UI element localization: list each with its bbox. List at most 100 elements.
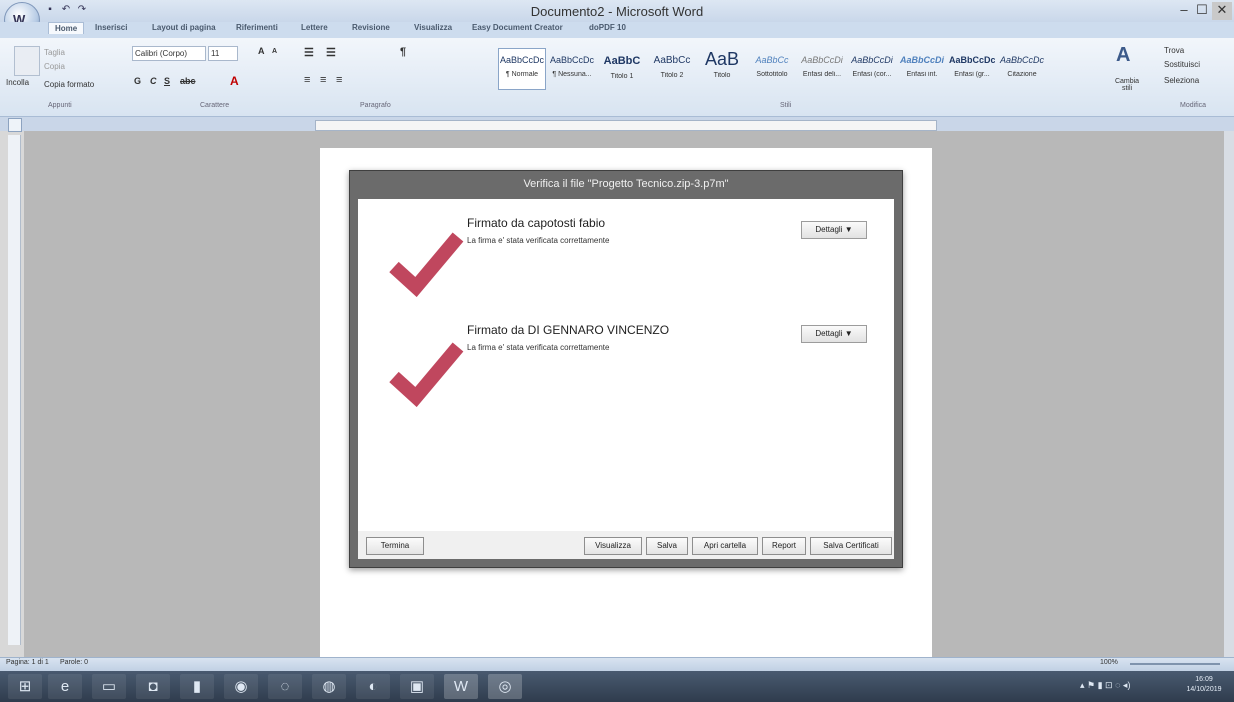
cut-button[interactable]: Taglia bbox=[44, 48, 65, 57]
details-button[interactable]: Dettagli ▼ bbox=[801, 221, 867, 239]
start-windows-icon[interactable]: ⊞ bbox=[8, 674, 42, 699]
style-intense-emphasis[interactable]: AaBbCcDi Enfasi int. bbox=[898, 48, 946, 90]
checkmark-icon bbox=[386, 227, 464, 298]
zoom-slider[interactable] bbox=[1130, 663, 1220, 665]
grow-font-icon[interactable]: A bbox=[258, 46, 265, 56]
paste-icon[interactable] bbox=[14, 46, 40, 76]
tab-page-layout[interactable]: Layout di pagina bbox=[152, 23, 216, 32]
signer-name: Firmato da DI GENNARO VINCENZO bbox=[467, 323, 670, 337]
style-name: Titolo 2 bbox=[660, 72, 684, 79]
change-styles-icon[interactable]: A bbox=[1116, 44, 1130, 67]
font-color-icon[interactable]: A bbox=[230, 74, 239, 88]
app-icon[interactable]: ◉ bbox=[224, 674, 258, 699]
shrink-font-icon[interactable]: A bbox=[272, 48, 277, 55]
save-button[interactable]: Salva bbox=[646, 537, 688, 555]
replace-button[interactable]: Sostituisci bbox=[1164, 60, 1200, 69]
report-button[interactable]: Report bbox=[762, 537, 806, 555]
style-no-spacing[interactable]: AaBbCcDc ¶ Nessuna... bbox=[548, 48, 596, 90]
clipboard-group-label: Appunti bbox=[48, 102, 72, 109]
tab-mailings[interactable]: Lettere bbox=[301, 23, 328, 32]
change-styles-button[interactable]: Cambia stili bbox=[1110, 78, 1144, 92]
strikethrough-button[interactable]: abc bbox=[180, 76, 196, 86]
save-certificates-button[interactable]: Salva Certificati bbox=[810, 537, 892, 555]
save-icon[interactable]: ▪ bbox=[44, 4, 56, 16]
select-button[interactable]: Seleziona bbox=[1164, 76, 1199, 85]
style-heading-2[interactable]: AaBbCc Titolo 2 bbox=[648, 48, 696, 90]
app-icon[interactable]: ◌ bbox=[268, 674, 302, 699]
tab-easy-document-creator[interactable]: Easy Document Creator bbox=[472, 23, 563, 32]
checkmark-icon bbox=[386, 337, 464, 408]
style-emphasis[interactable]: AaBbCcDi Enfasi (cor... bbox=[848, 48, 896, 90]
open-folder-button[interactable]: Apri cartella bbox=[692, 537, 758, 555]
align-center-icon[interactable]: ≡ bbox=[320, 74, 326, 86]
format-painter-button[interactable]: Copia formato bbox=[44, 80, 94, 89]
redo-icon[interactable]: ↷ bbox=[76, 4, 88, 16]
clock-time: 16:09 bbox=[1195, 676, 1213, 683]
align-left-icon[interactable]: ≡ bbox=[304, 74, 310, 86]
app-icon[interactable]: ◍ bbox=[312, 674, 346, 699]
status-bar: Pagina: 1 di 1 Parole: 0 100% bbox=[0, 657, 1234, 672]
style-name: ¶ Normale bbox=[505, 71, 539, 78]
style-subtitle[interactable]: AaBbCc Sottotitolo bbox=[748, 48, 796, 90]
ribbon-tabs: Home Inserisci Layout di pagina Riferime… bbox=[0, 22, 1234, 38]
style-name: Enfasi deli... bbox=[802, 71, 842, 78]
app-icon[interactable]: ◐ bbox=[356, 674, 390, 699]
italic-button[interactable]: C bbox=[150, 76, 157, 86]
app-icon[interactable]: ▣ bbox=[400, 674, 434, 699]
minimize-button[interactable]: – bbox=[1176, 2, 1192, 20]
view-button[interactable]: Visualizza bbox=[584, 537, 642, 555]
copy-button[interactable]: Copia bbox=[44, 62, 65, 71]
undo-icon[interactable]: ↶ bbox=[60, 4, 72, 16]
tab-references[interactable]: Riferimenti bbox=[236, 23, 278, 32]
file-explorer-icon[interactable]: ▭ bbox=[92, 674, 126, 699]
bullets-icon[interactable]: ☰ bbox=[304, 46, 314, 59]
style-subtle-emphasis[interactable]: AaBbCcDi Enfasi deli... bbox=[798, 48, 846, 90]
align-right-icon[interactable]: ≡ bbox=[336, 74, 342, 86]
style-sample: AaBbC bbox=[603, 55, 641, 67]
app-icon[interactable]: ◘ bbox=[136, 674, 170, 699]
font-name-select[interactable]: Calibri (Corpo) bbox=[132, 46, 206, 61]
style-normal[interactable]: AaBbCcDc ¶ Normale bbox=[498, 48, 546, 90]
app-icon[interactable]: ▮ bbox=[180, 674, 214, 699]
style-heading-1[interactable]: AaBbC Titolo 1 bbox=[598, 48, 646, 90]
numbering-icon[interactable]: ☰ bbox=[326, 46, 336, 59]
style-title[interactable]: AaB Titolo bbox=[698, 48, 746, 90]
tab-insert[interactable]: Inserisci bbox=[95, 23, 127, 32]
tab-home[interactable]: Home bbox=[48, 22, 85, 34]
bold-button[interactable]: G bbox=[134, 76, 141, 86]
signature-status: La firma e' stata verificata correttamen… bbox=[467, 236, 610, 245]
style-name: Titolo bbox=[713, 72, 731, 79]
internet-explorer-icon[interactable]: e bbox=[48, 674, 82, 699]
show-marks-icon[interactable]: ¶ bbox=[400, 46, 406, 58]
tab-selector-icon[interactable] bbox=[8, 118, 22, 132]
close-button[interactable]: ✕ bbox=[1212, 2, 1232, 20]
underline-button[interactable]: S bbox=[164, 76, 170, 86]
paste-button[interactable]: Incolla bbox=[6, 78, 29, 87]
horizontal-ruler[interactable] bbox=[315, 120, 937, 131]
style-name: Enfasi (cor... bbox=[852, 71, 892, 78]
font-size-select[interactable]: 11 bbox=[208, 46, 238, 61]
maximize-button[interactable]: ☐ bbox=[1194, 2, 1210, 20]
word-count[interactable]: Parole: 0 bbox=[60, 659, 88, 666]
style-strong[interactable]: AaBbCcDc Enfasi (gr... bbox=[948, 48, 996, 90]
tab-view[interactable]: Visualizza bbox=[414, 23, 452, 32]
details-button[interactable]: Dettagli ▼ bbox=[801, 325, 867, 343]
find-button[interactable]: Trova bbox=[1164, 46, 1184, 55]
page-count[interactable]: Pagina: 1 di 1 bbox=[6, 659, 49, 666]
style-name: Sottotitolo bbox=[756, 71, 788, 78]
verifier-taskbar-icon[interactable]: ◎ bbox=[488, 674, 522, 699]
style-quote[interactable]: AaBbCcDc Citazione bbox=[998, 48, 1046, 90]
zoom-level[interactable]: 100% bbox=[1100, 659, 1118, 666]
signer-name: Firmato da capotosti fabio bbox=[467, 216, 606, 230]
word-taskbar-icon[interactable]: W bbox=[444, 674, 478, 699]
tab-review[interactable]: Revisione bbox=[352, 23, 390, 32]
vertical-ruler[interactable] bbox=[8, 135, 21, 645]
dialog-footer: Termina Visualizza Salva Apri cartella R… bbox=[358, 531, 894, 559]
vertical-scrollbar[interactable] bbox=[1224, 131, 1234, 657]
tab-dopdf[interactable]: doPDF 10 bbox=[589, 23, 626, 32]
window-title: Documento2 - Microsoft Word bbox=[530, 4, 704, 19]
close-dialog-button[interactable]: Termina bbox=[366, 537, 424, 555]
style-name: ¶ Nessuna... bbox=[552, 71, 592, 78]
tray-icons[interactable]: ▴ ⚑ ▮ ⊡ ◌ ◂) bbox=[1080, 680, 1130, 691]
clock[interactable]: 16:09 14/10/2019 bbox=[1180, 675, 1228, 695]
